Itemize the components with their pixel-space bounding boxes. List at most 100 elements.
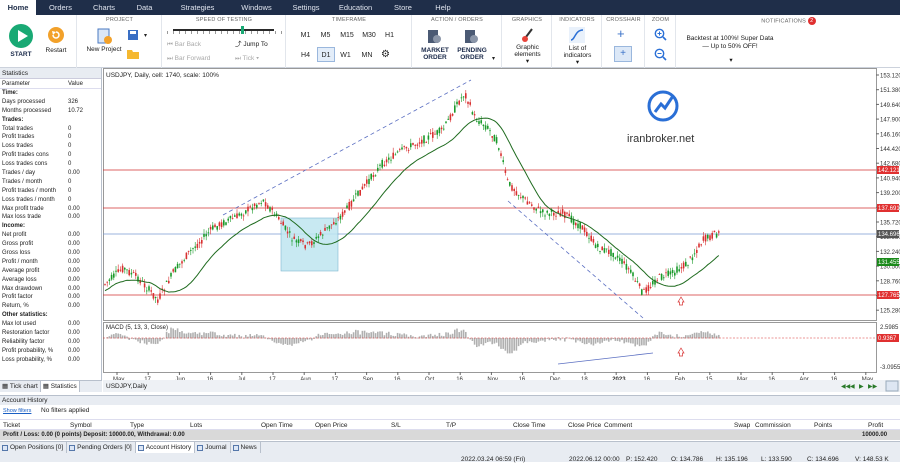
- macd-bar: [502, 338, 504, 349]
- tab-pending-orders-label: Pending Orders [0]: [77, 442, 132, 453]
- macd-bar: [190, 333, 192, 338]
- graphic-elements-button[interactable]: Graphic elements: [506, 44, 549, 58]
- stat-name: Max lot used: [0, 320, 68, 329]
- macd-bar: [549, 338, 551, 340]
- notifications-group: NOTIFICATIONS 2 Backtest at 100%! Super …: [677, 15, 900, 68]
- price-chart[interactable]: USDJPY, Daily, cell: 1740, scale: 100%MA…: [103, 68, 900, 392]
- candle-body: [403, 146, 405, 147]
- bar-back-button[interactable]: ⏮ Bar Back: [167, 41, 222, 48]
- macd-bar: [183, 333, 185, 338]
- zoom-out-icon[interactable]: [654, 48, 667, 61]
- menu-settings[interactable]: Settings: [284, 0, 328, 15]
- macd-bar: [133, 338, 135, 339]
- tf-mn[interactable]: MN: [358, 48, 376, 63]
- macd-bar: [637, 338, 639, 345]
- tab-open-positions[interactable]: Open Positions [0]: [0, 442, 67, 453]
- tf-m15[interactable]: M15: [337, 28, 357, 43]
- save-dropdown-icon[interactable]: ▾: [144, 32, 147, 39]
- price-label: 147.900: [880, 118, 900, 124]
- new-project-icon[interactable]: [96, 28, 112, 44]
- timeframe-settings-icon[interactable]: ⚙: [381, 49, 390, 60]
- macd-bar: [703, 332, 705, 338]
- show-filters-link[interactable]: Show filters: [3, 405, 31, 417]
- macd-bar: [210, 332, 212, 339]
- candle-body: [177, 264, 179, 268]
- history-column-header: Ticket Symbol Type Lots Open Time Open P…: [0, 419, 900, 430]
- candle-body: [529, 202, 531, 203]
- candle-body: [333, 222, 335, 224]
- save-icon[interactable]: [127, 29, 139, 41]
- candle-body: [410, 143, 412, 147]
- tick-button[interactable]: ⏭ Tick ▾: [235, 55, 275, 62]
- candle-body: [474, 114, 476, 115]
- tf-m30[interactable]: M30: [359, 28, 379, 43]
- tab-pending-orders[interactable]: Pending Orders [0]: [67, 442, 136, 453]
- candle-body: [436, 130, 438, 135]
- tf-d1[interactable]: D1: [317, 47, 335, 62]
- candle-body: [615, 257, 617, 258]
- tf-w1[interactable]: W1: [337, 48, 354, 63]
- macd-bar: [650, 338, 652, 341]
- list-of-indicators-button[interactable]: List of indicators: [556, 45, 599, 59]
- menu-home[interactable]: Home: [0, 0, 36, 15]
- tf-m1[interactable]: M1: [297, 28, 314, 43]
- open-folder-icon[interactable]: [127, 49, 139, 59]
- macd-bar: [582, 338, 584, 343]
- start-button[interactable]: [9, 24, 33, 48]
- chart-area[interactable]: USDJPY, Daily, cell: 1740, scale: 100%MA…: [103, 68, 900, 392]
- tf-m5[interactable]: M5: [317, 28, 334, 43]
- macd-bar: [109, 336, 111, 338]
- indicators-dropdown-icon[interactable]: ▾: [556, 59, 599, 66]
- crosshair-plus-icon[interactable]: +: [614, 46, 632, 62]
- restart-button[interactable]: [48, 27, 64, 43]
- menu-charts[interactable]: Charts: [85, 0, 123, 15]
- indicators-group: INDICATORS List of indicators ▾: [553, 15, 602, 68]
- crosshair-icon[interactable]: +: [617, 27, 625, 41]
- notification-message[interactable]: Backtest at 100%! Super Data — Up to 50%…: [684, 35, 776, 51]
- stat-name: Average loss: [0, 276, 68, 285]
- menu-help[interactable]: Help: [423, 0, 463, 15]
- macd-bar: [208, 333, 210, 338]
- tf-h1[interactable]: H1: [381, 28, 398, 43]
- stat-value: 0.00: [68, 293, 98, 302]
- pending-order-button[interactable]: PENDING ORDER: [453, 47, 491, 61]
- tab-account-history[interactable]: Account History: [136, 442, 196, 453]
- market-order-button[interactable]: MARKET ORDER: [417, 47, 453, 61]
- zoom-in-icon[interactable]: [654, 28, 667, 41]
- profit-loss-row: Profit / Loss: 0.00 (0 points) Deposit: …: [0, 430, 900, 440]
- menu-store[interactable]: Store: [383, 0, 423, 15]
- graphics-dropdown-icon[interactable]: ▾: [506, 58, 549, 65]
- tf-h4[interactable]: H4: [297, 48, 314, 63]
- bar-forward-button[interactable]: ⏭ Bar Forward: [167, 55, 227, 62]
- macd-bar: [604, 338, 606, 341]
- restart-label: Restart: [40, 47, 72, 54]
- news-icon: [233, 445, 239, 451]
- tab-news[interactable]: News: [231, 442, 261, 453]
- tab-tick-chart[interactable]: ▦ Tick chart: [0, 381, 41, 392]
- candle-body: [351, 201, 353, 207]
- candle-body: [498, 148, 500, 150]
- tab-journal[interactable]: Journal: [195, 442, 230, 453]
- candle-body: [626, 264, 628, 270]
- jump-to-button[interactable]: ⤴ Jump To: [235, 41, 283, 48]
- project-group: PROJECT New Project ▾: [78, 15, 162, 68]
- notification-dropdown-icon[interactable]: ▾: [727, 57, 735, 64]
- menu-windows[interactable]: Windows: [229, 0, 284, 15]
- candle-body: [716, 234, 718, 238]
- menu-strategies[interactable]: Strategies: [166, 0, 229, 15]
- candle-body: [337, 217, 339, 218]
- candle-body: [665, 272, 667, 273]
- speed-ticks: [167, 31, 282, 34]
- candle-body: [406, 147, 408, 148]
- tab-statistics[interactable]: ▦ Statistics: [41, 381, 80, 392]
- autoscroll-button[interactable]: [886, 381, 898, 391]
- pending-dropdown-icon[interactable]: ▾: [492, 55, 495, 62]
- menu-education[interactable]: Education: [328, 0, 383, 15]
- status-bar: 2022.03.24 06:59 (Fri) 2022.06.12 00:00 …: [0, 453, 900, 462]
- macd-bar: [518, 338, 520, 346]
- candle-body: [311, 241, 313, 245]
- menu-orders[interactable]: Orders: [36, 0, 85, 15]
- new-project-button[interactable]: New Project: [86, 46, 122, 53]
- macd-bar: [291, 338, 293, 346]
- menu-data[interactable]: Data: [123, 0, 166, 15]
